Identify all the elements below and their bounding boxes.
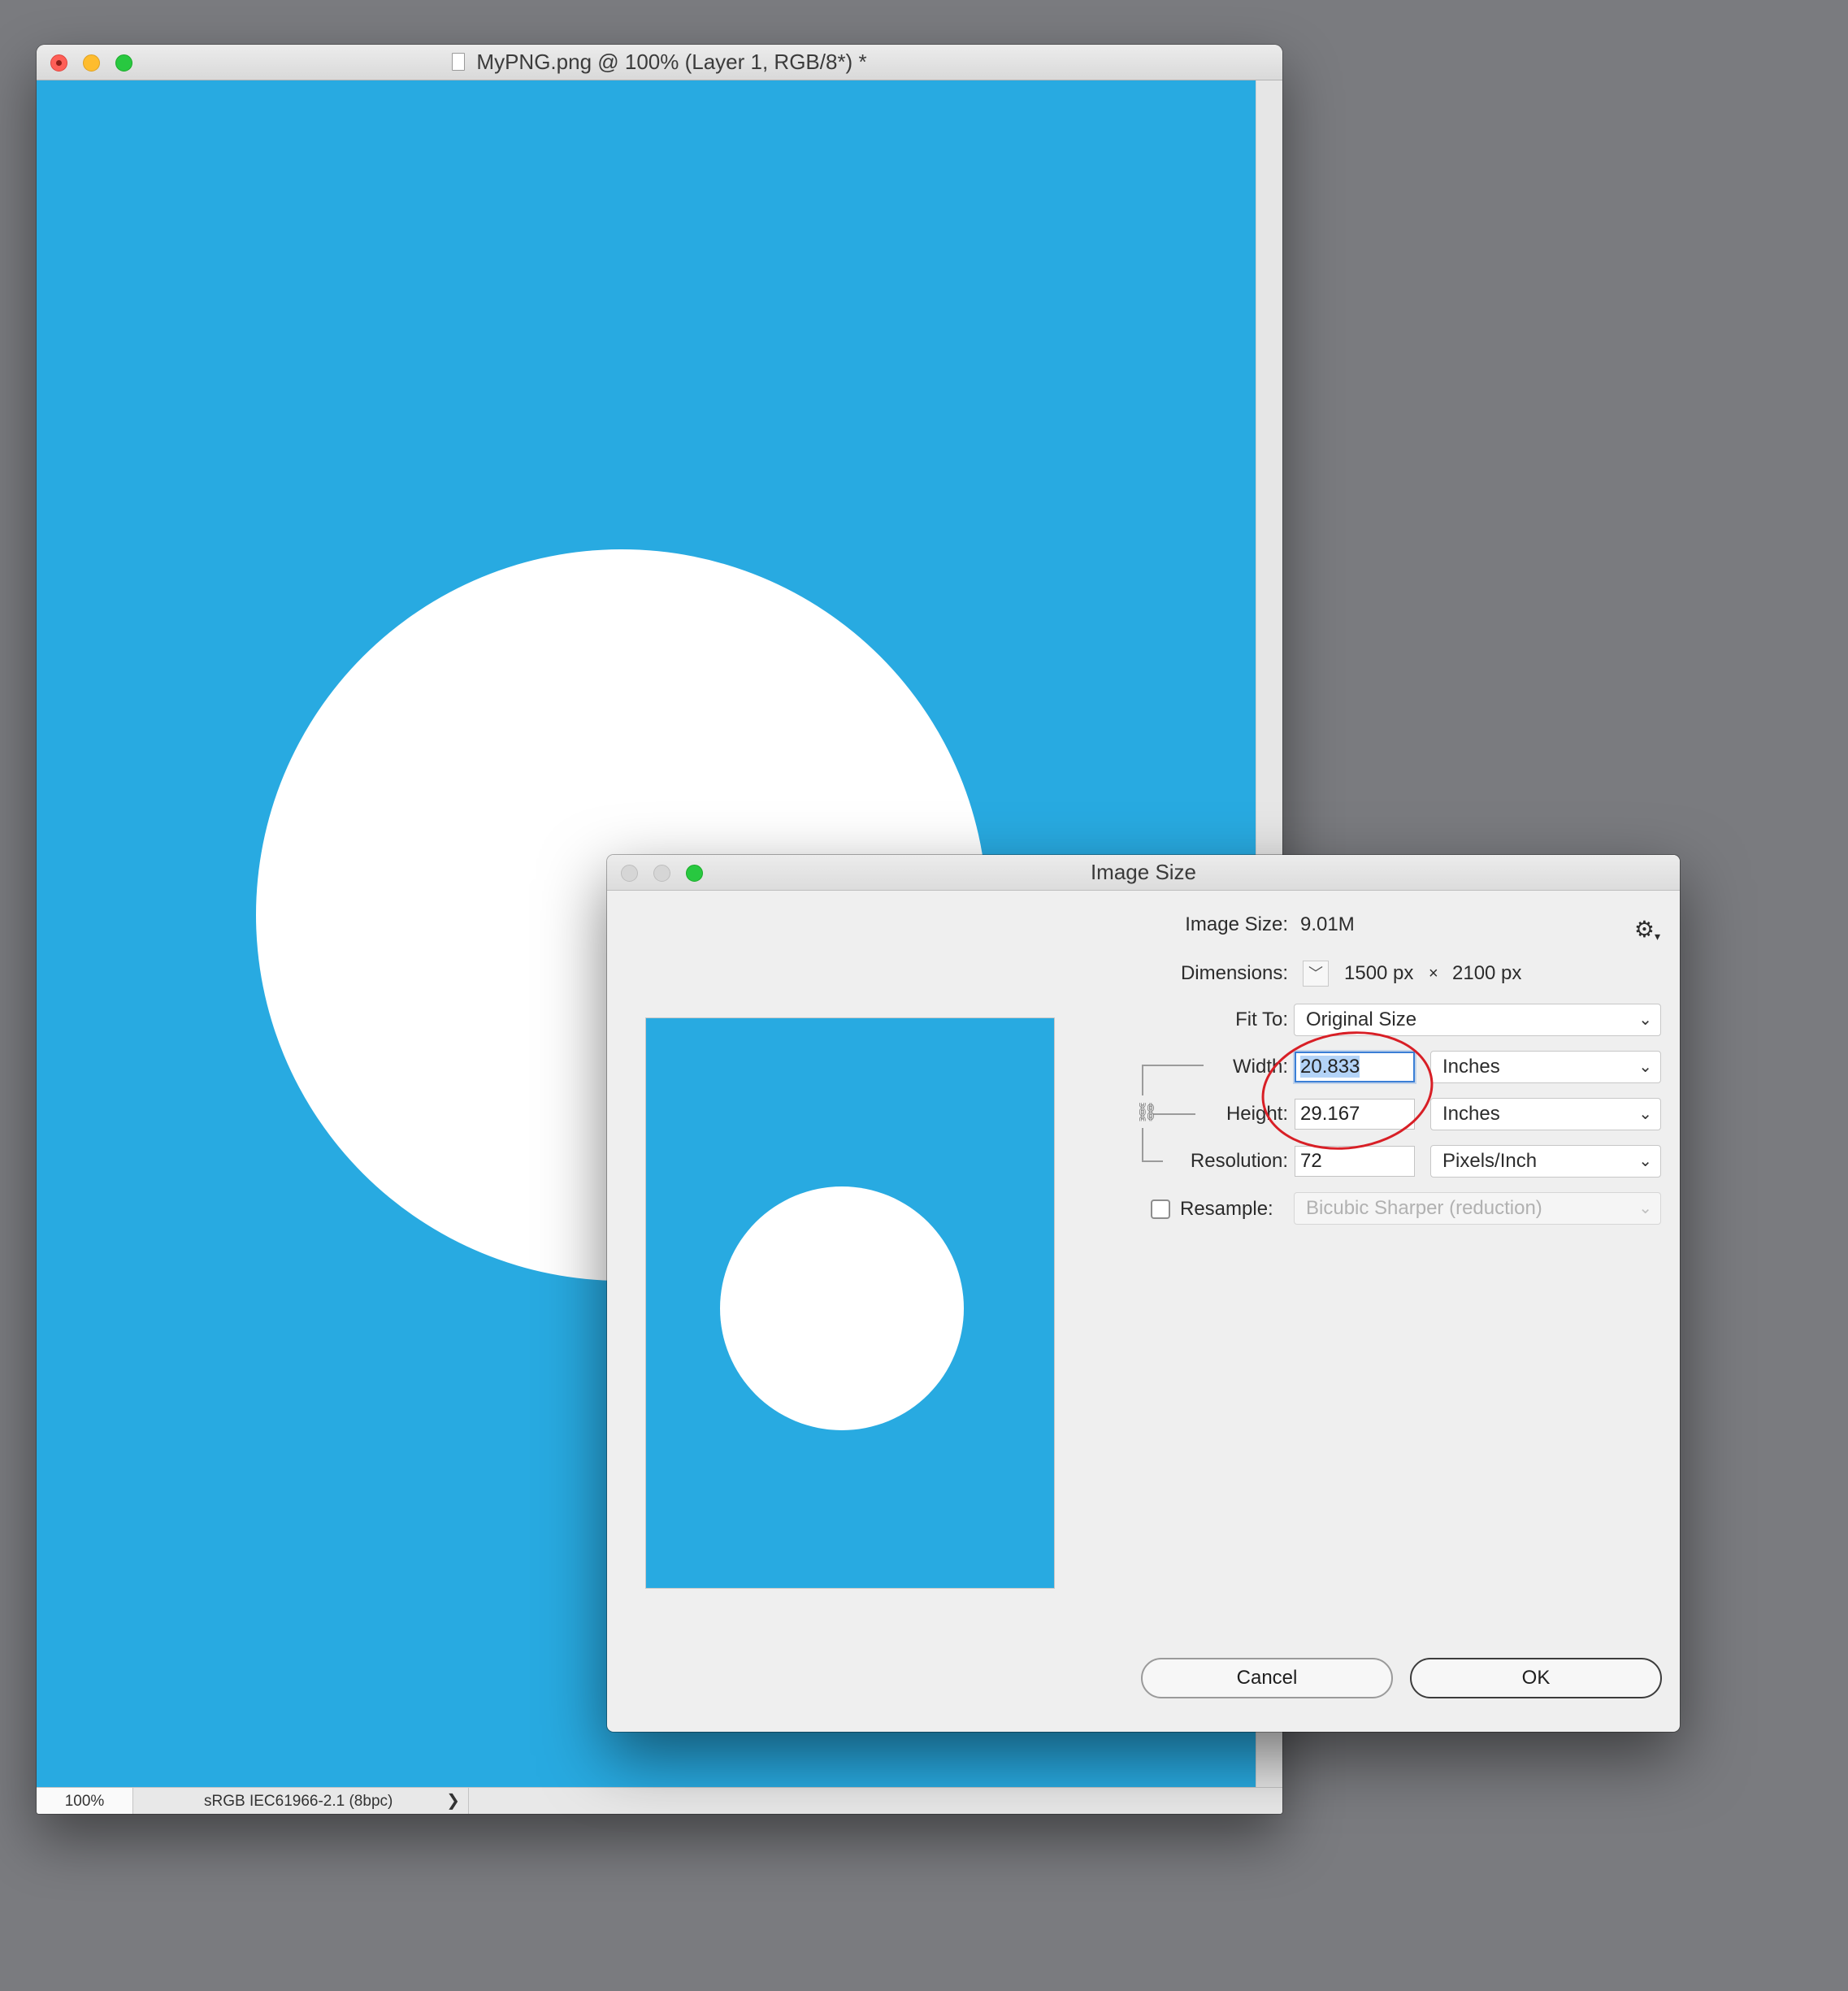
zoom-level-field[interactable]: 100% — [37, 1788, 133, 1814]
width-unit-value: Inches — [1442, 1056, 1500, 1078]
dialog-title: Image Size — [1090, 860, 1197, 884]
preview-white-circle — [720, 1186, 964, 1430]
dialog-titlebar: Image Size — [607, 855, 1680, 891]
fit-to-value: Original Size — [1306, 1009, 1417, 1030]
cancel-button[interactable]: Cancel — [1141, 1658, 1393, 1698]
chevron-down-icon: ⌄ — [1638, 1199, 1652, 1217]
width-value: 20.833 — [1300, 1056, 1360, 1078]
width-label: Width: — [1232, 1056, 1288, 1078]
document-titlebar: MyPNG.png @ 100% (Layer 1, RGB/8*) * — [37, 45, 1282, 80]
height-unit-select[interactable]: Inches ⌄ — [1430, 1098, 1661, 1130]
resample-method-select[interactable]: Bicubic Sharper (reduction) ⌄ — [1294, 1192, 1661, 1225]
height-unit-value: Inches — [1442, 1103, 1500, 1125]
document-title: MyPNG.png @ 100% (Layer 1, RGB/8*) * — [37, 45, 1282, 80]
resolution-unit-select[interactable]: Pixels/Inch ⌄ — [1430, 1145, 1661, 1178]
fit-to-label: Fit To: — [1235, 1009, 1288, 1030]
fit-to-select[interactable]: Original Size ⌄ — [1294, 1004, 1661, 1036]
chevron-down-icon: ⌄ — [1638, 1011, 1652, 1029]
status-menu-arrow-icon[interactable]: ❯ — [446, 1788, 460, 1814]
chevron-down-icon: ⌄ — [1638, 1152, 1652, 1170]
dimensions-width-px: 1500 px — [1344, 962, 1414, 984]
image-size-label: Image Size: — [1185, 913, 1288, 935]
document-title-text: MyPNG.png @ 100% (Layer 1, RGB/8*) * — [476, 50, 867, 74]
resolution-unit-value: Pixels/Inch — [1442, 1150, 1538, 1172]
resample-label: Resample: — [1180, 1198, 1273, 1220]
caret-down-icon: ▾ — [1655, 930, 1661, 943]
image-preview[interactable] — [645, 1017, 1055, 1589]
gear-icon: ⚙ — [1633, 917, 1655, 942]
red-annotation-circle — [1254, 1020, 1441, 1161]
color-profile-text: sRGB IEC61966-2.1 (8bpc) — [204, 1793, 393, 1810]
file-icon — [452, 53, 466, 71]
chevron-down-icon: ⌄ — [1638, 1058, 1652, 1076]
dimensions-times-sign: × — [1429, 965, 1438, 982]
dimensions-toggle-chevron-down-icon[interactable]: ﹀ — [1303, 961, 1329, 987]
settings-gear-icon[interactable]: ⚙▾ — [1631, 913, 1664, 946]
width-unit-select[interactable]: Inches ⌄ — [1430, 1051, 1661, 1083]
resample-method-value: Bicubic Sharper (reduction) — [1306, 1197, 1542, 1219]
ok-button[interactable]: OK — [1410, 1658, 1662, 1698]
resolution-input[interactable]: 72 — [1295, 1146, 1415, 1177]
width-input[interactable]: 20.833 — [1295, 1052, 1415, 1082]
resolution-label: Resolution: — [1190, 1150, 1288, 1172]
dimensions-label: Dimensions: — [1180, 962, 1288, 984]
height-input[interactable]: 29.167 — [1295, 1099, 1415, 1130]
chevron-down-icon: ⌄ — [1638, 1105, 1652, 1123]
document-info[interactable]: sRGB IEC61966-2.1 (8bpc) ❯ — [132, 1788, 469, 1814]
document-status-bar: 100% sRGB IEC61966-2.1 (8bpc) ❯ — [37, 1787, 1282, 1814]
resample-checkbox[interactable] — [1151, 1199, 1170, 1219]
image-size-value: 9.01M — [1300, 913, 1355, 935]
image-size-dialog: Image Size ⚙▾ Image Size: 9.01M Dimensio… — [607, 855, 1680, 1732]
height-label: Height: — [1225, 1103, 1288, 1125]
dimensions-height-px: 2100 px — [1452, 962, 1522, 984]
